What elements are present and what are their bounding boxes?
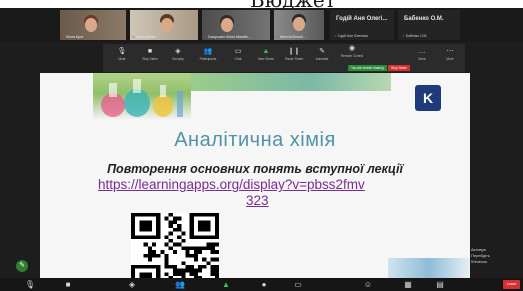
chat-icon[interactable]: ▭ bbox=[290, 279, 306, 290]
participant-name-tile[interactable]: Годій Аня Олегі... ✕Годій Аня Олегівна bbox=[330, 10, 394, 40]
muted-mic-icon: ✕ bbox=[402, 34, 405, 38]
slide-subtitle: Повторення основних понять вступної лекц… bbox=[107, 162, 403, 176]
zoom-meeting-window: ✕Юлия Кула ✕Юлия Денис ✕Самуськин Юлия М… bbox=[0, 8, 523, 291]
muted-mic-icon: ✕ bbox=[276, 35, 279, 39]
participant-tile[interactable]: ✕Самуськин Юлия Михайл... bbox=[202, 10, 270, 40]
slide-header-banner bbox=[191, 73, 391, 91]
annotate-icon: ✎ bbox=[319, 48, 325, 55]
stop-share-button[interactable]: Stop Share bbox=[388, 65, 410, 71]
learningapps-link-continued[interactable]: 323 bbox=[246, 193, 269, 208]
security-icon: ◈ bbox=[175, 48, 181, 55]
video-icon[interactable]: ■ bbox=[60, 279, 76, 290]
mic-icon: 🎙 bbox=[117, 48, 127, 55]
mic-icon[interactable]: 🎙 bbox=[22, 279, 38, 290]
cropped-heading: Бюджет bbox=[250, 0, 336, 8]
leave-button[interactable]: Leave bbox=[503, 280, 520, 289]
pause-share-button[interactable]: ❙❙ Pause Share bbox=[281, 47, 307, 69]
participant-name: ✕Юлия Денис bbox=[132, 35, 156, 39]
share-screen-icon[interactable]: ▲ bbox=[218, 279, 234, 290]
participants-icon: 👥 bbox=[203, 48, 213, 55]
lab-glassware-image bbox=[93, 73, 191, 119]
muted-mic-icon: ✕ bbox=[204, 35, 207, 39]
flasks-illustration bbox=[101, 79, 183, 117]
chat-button[interactable]: ▭ Chat bbox=[225, 47, 251, 69]
new-share-button[interactable]: ▲ New Share bbox=[253, 47, 279, 69]
pause-icon: ❙❙ bbox=[288, 48, 300, 55]
slide-title: Аналітична хімія bbox=[174, 129, 336, 151]
participant-name: ✕Бабенко О.М. bbox=[402, 34, 428, 38]
record-icon[interactable]: ● bbox=[256, 279, 272, 290]
share-icon: ▲ bbox=[262, 48, 270, 55]
mute-button[interactable]: 🎙 Mute bbox=[109, 47, 135, 69]
participant-display-name: Бабенко О.М. bbox=[404, 16, 444, 22]
participants-icon[interactable]: 👥 bbox=[172, 279, 188, 290]
participant-face bbox=[85, 18, 97, 32]
participant-gallery: ✕Юлия Кула ✕Юлия Денис ✕Самуськин Юлия М… bbox=[0, 8, 523, 42]
annotate-button[interactable]: ✎ Annotate bbox=[309, 47, 335, 69]
more-icon: ⋯ bbox=[446, 48, 454, 55]
more-button-2[interactable]: ⋯ More bbox=[437, 47, 463, 69]
apps-icon[interactable]: ▦ bbox=[400, 279, 416, 290]
university-logo: K bbox=[415, 85, 441, 111]
video-icon: ■ bbox=[147, 48, 153, 55]
screen-sharing-badge: You are screen sharing bbox=[348, 65, 387, 71]
muted-mic-icon: ✕ bbox=[132, 35, 135, 39]
more-icon: … bbox=[418, 48, 426, 55]
shared-slide: K Аналітична хімія Повторення основних п… bbox=[40, 73, 470, 291]
participant-face bbox=[293, 17, 305, 31]
top-crop-strip: Бюджет bbox=[0, 0, 523, 8]
muted-mic-icon: ✕ bbox=[334, 34, 337, 38]
participant-tile[interactable]: ✕Юлия Денис bbox=[130, 10, 198, 40]
participants-button[interactable]: 👥 Participants bbox=[195, 47, 221, 69]
participant-face bbox=[161, 18, 173, 32]
floating-control-icon[interactable]: ✎ bbox=[16, 260, 28, 272]
share-toolbar: 🎙 Mute ■ Stop Video ◈ Security 👥 Partici… bbox=[103, 44, 465, 72]
more-button[interactable]: … More bbox=[409, 47, 435, 69]
participant-name: ✕Годій Аня Олегівна bbox=[334, 34, 368, 38]
participant-name: ✕Євгенія Віталії... bbox=[276, 35, 306, 39]
participant-tile[interactable]: ✕Юлия Кула bbox=[60, 10, 126, 40]
participant-face bbox=[221, 18, 233, 32]
remote-control-button[interactable]: ◉ Remote Control bbox=[339, 44, 365, 66]
participant-tile[interactable]: ✕Євгенія Віталії... bbox=[274, 10, 324, 40]
participant-name-tile[interactable]: Бабенко О.М. ✕Бабенко О.М. bbox=[398, 10, 460, 40]
participant-display-name: Годій Аня Олегі... bbox=[336, 16, 388, 22]
whiteboard-icon[interactable]: ▤ bbox=[432, 279, 448, 290]
participant-name: ✕Юлия Кула bbox=[62, 35, 84, 39]
security-icon[interactable]: ◈ bbox=[124, 279, 140, 290]
reactions-icon[interactable]: ☺ bbox=[360, 279, 376, 290]
meeting-controls-bar: 🎙 ■ ◈ 👥 ▲ ● ▭ ☺ ▦ ▤ Leave bbox=[0, 278, 523, 291]
muted-mic-icon: ✕ bbox=[62, 35, 65, 39]
chat-icon: ▭ bbox=[234, 48, 242, 55]
stop-video-button[interactable]: ■ Stop Video bbox=[137, 47, 163, 69]
remote-control-icon: ◉ bbox=[348, 45, 356, 52]
participant-name: ✕Самуськин Юлия Михайл... bbox=[204, 35, 251, 39]
learningapps-link[interactable]: https://learningapps.org/display?v=pbss2… bbox=[98, 177, 365, 192]
security-button[interactable]: ◈ Security bbox=[165, 47, 191, 69]
